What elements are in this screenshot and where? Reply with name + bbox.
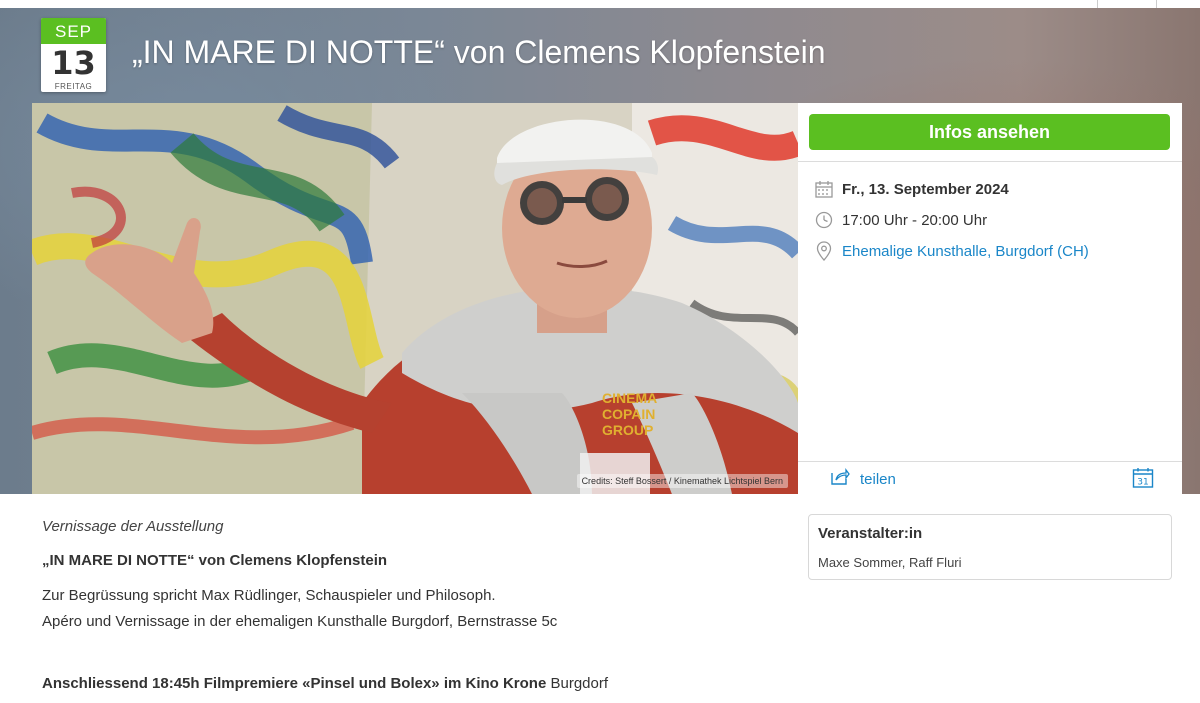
- calendar-icon: [814, 179, 834, 199]
- share-label[interactable]: teilen: [860, 471, 896, 488]
- event-date: Fr., 13. September 2024: [842, 180, 1009, 198]
- panel-divider: [798, 161, 1182, 162]
- share-button[interactable]: teilen: [830, 468, 896, 491]
- organizer-heading: Veranstalter:in: [818, 525, 923, 542]
- svg-text:GROUP: GROUP: [602, 422, 653, 438]
- svg-text:COPAIN: COPAIN: [602, 406, 655, 422]
- top-tab[interactable]: [1097, 0, 1157, 8]
- date-row: Fr., 13. September 2024: [814, 178, 1009, 200]
- clock-icon: [814, 210, 834, 230]
- event-time: 17:00 Uhr - 20:00 Uhr: [842, 211, 988, 229]
- description-line-3: Anschliessend 18:45h Filmpremiere «Pinse…: [42, 675, 608, 692]
- event-subtitle: Vernissage der Ausstellung: [42, 518, 224, 535]
- event-location-link[interactable]: Ehemalige Kunsthalle, Burgdorf (CH): [842, 243, 1089, 260]
- event-photo-image: CINEMA COPAIN GROUP: [32, 103, 798, 494]
- date-badge: SEP 13 FREITAG: [41, 18, 106, 92]
- top-strip: [0, 0, 1200, 8]
- organizer-box: Veranstalter:in Maxe Sommer, Raff Fluri: [808, 514, 1172, 580]
- date-day: 13: [51, 44, 96, 82]
- time-row: 17:00 Uhr - 20:00 Uhr: [814, 209, 987, 231]
- panel-divider-bottom: [798, 461, 1182, 462]
- location-row[interactable]: Ehemalige Kunsthalle, Burgdorf (CH): [814, 240, 1089, 262]
- shirt-print: CINEMA: [602, 390, 657, 406]
- description-title: „IN MARE DI NOTTE“ von Clemens Klopfenst…: [42, 552, 388, 569]
- description-line-3-rest: Burgdorf: [546, 675, 609, 692]
- description-line-2: Apéro und Vernissage in der ehemaligen K…: [42, 613, 558, 630]
- add-to-calendar-icon[interactable]: 31: [1132, 467, 1154, 494]
- description-line-1: Zur Begrüssung spricht Max Rüdlinger, Sc…: [42, 587, 496, 604]
- share-icon: [830, 468, 850, 491]
- location-pin-icon: [814, 241, 834, 261]
- event-title: „IN MARE DI NOTTE“ von Clemens Klopfenst…: [132, 34, 826, 70]
- description-line-3-bold: Anschliessend 18:45h Filmpremiere «Pinse…: [42, 675, 547, 692]
- svg-text:31: 31: [1137, 478, 1148, 488]
- infos-ansehen-button[interactable]: Infos ansehen: [809, 114, 1170, 150]
- date-weekday: FREITAG: [54, 82, 93, 91]
- date-month: SEP: [41, 18, 106, 44]
- event-info-panel: Infos ansehen Fr., 13. September 2024 17…: [798, 103, 1182, 494]
- organizer-names: Maxe Sommer, Raff Fluri: [818, 555, 962, 570]
- event-photo: CINEMA COPAIN GROUP Credits: Steff Bosse…: [32, 103, 798, 494]
- photo-credit: Credits: Steff Bossert / Kinemathek Lich…: [576, 474, 788, 488]
